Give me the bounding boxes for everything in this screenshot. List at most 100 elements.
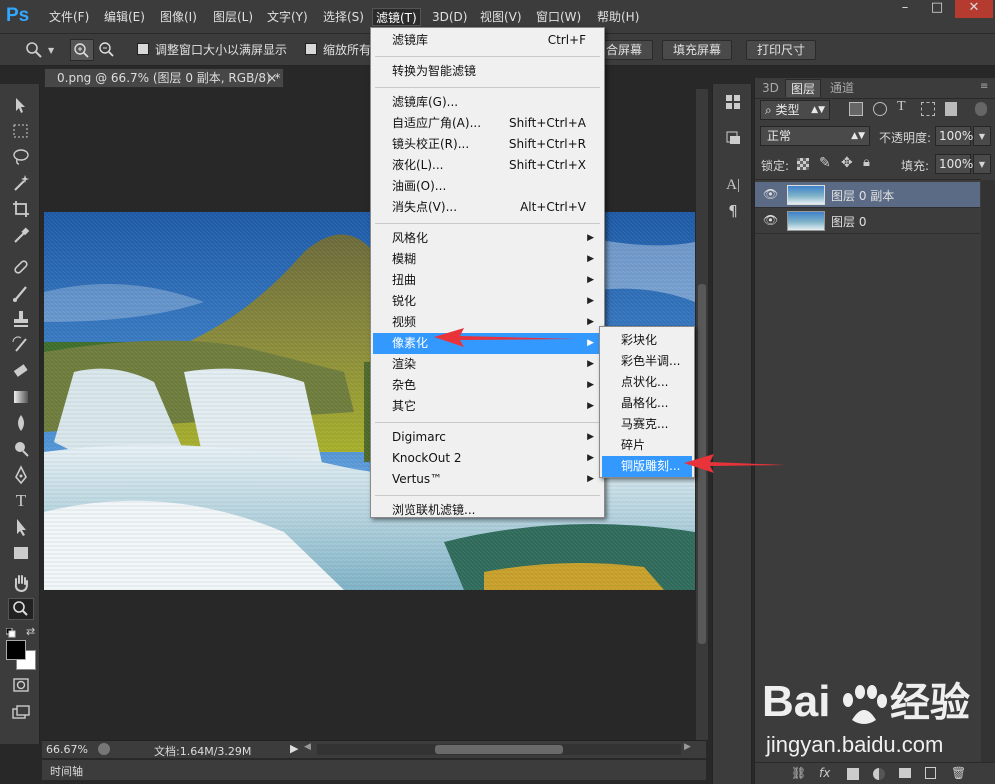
tab-channels[interactable]: 通道 <box>825 79 859 97</box>
menu-window[interactable]: 窗口(W) <box>533 8 584 26</box>
tool-preset-chevron-icon[interactable]: ▼ <box>48 46 56 55</box>
tab-layers[interactable]: 图层 <box>785 79 822 97</box>
blend-mode-select[interactable]: 正常 ▲▼ <box>760 126 870 146</box>
filter-menu-item[interactable]: 杂色 ▶ <box>373 375 602 396</box>
paragraph-panel-icon[interactable]: ¶ <box>721 200 745 222</box>
pixelate-menu-item[interactable]: 彩块化 <box>602 330 692 351</box>
zoom-in-icon[interactable] <box>70 39 94 61</box>
screen-mode-icon[interactable] <box>8 702 34 724</box>
timeline-panel-tab[interactable]: 时间轴 <box>42 760 706 780</box>
filter-menu-item[interactable]: Vertus™ ▶ <box>373 469 602 490</box>
healing-brush-tool-icon[interactable] <box>8 256 34 278</box>
filter-menu-item[interactable]: 锐化 ▶ <box>373 291 602 312</box>
hand-tool-icon[interactable] <box>8 572 34 594</box>
lasso-tool-icon[interactable] <box>8 146 34 168</box>
filter-menu-item[interactable]: 自适应广角(A)... Shift+Ctrl+A <box>373 113 602 134</box>
horizontal-scroll-thumb[interactable] <box>435 745 563 754</box>
layer-row[interactable]: 👁︎ 图层 0 副本 <box>755 182 980 208</box>
filter-pixel-icon[interactable] <box>849 102 863 116</box>
blur-tool-icon[interactable] <box>8 412 34 434</box>
swap-colors-icon[interactable]: ⇄ <box>26 625 38 638</box>
rectangle-tool-icon[interactable] <box>8 542 34 564</box>
layer-name[interactable]: 图层 0 <box>831 213 866 230</box>
brush-tool-icon[interactable] <box>8 282 34 304</box>
pixelate-menu-item[interactable]: 点状化... <box>602 372 692 393</box>
filter-smart-object-icon[interactable] <box>945 102 957 116</box>
filter-menu-item[interactable]: 扭曲 ▶ <box>373 270 602 291</box>
filter-menu-item[interactable]: 其它 ▶ <box>373 396 602 417</box>
menu-view[interactable]: 视图(V) <box>477 8 525 26</box>
filter-menu-item[interactable]: 液化(L)... Shift+Ctrl+X <box>373 155 602 176</box>
visibility-eye-icon[interactable]: 👁︎ <box>763 213 778 227</box>
minimize-button[interactable]: – <box>890 0 920 18</box>
lock-image-icon[interactable]: ✎ <box>819 155 831 171</box>
pixelate-menu-item[interactable]: 碎片 <box>602 435 692 456</box>
opacity-field[interactable]: 100% <box>935 126 973 146</box>
history-brush-tool-icon[interactable] <box>8 334 34 356</box>
menu-help[interactable]: 帮助(H) <box>594 8 642 26</box>
quick-mask-icon[interactable] <box>8 674 34 696</box>
lock-position-icon[interactable]: ✥ <box>841 155 853 171</box>
filter-menu-item[interactable]: 滤镜库 Ctrl+F <box>373 30 602 51</box>
path-selection-tool-icon[interactable] <box>8 516 34 538</box>
eraser-tool-icon[interactable] <box>8 360 34 382</box>
menu-layer[interactable]: 图层(L) <box>210 8 256 26</box>
pen-tool-icon[interactable] <box>8 464 34 486</box>
filter-toggle-icon[interactable] <box>975 102 987 116</box>
crop-tool-icon[interactable] <box>8 198 34 220</box>
history-panel-icon[interactable] <box>721 128 745 150</box>
print-size-button[interactable]: 打印尺寸 <box>746 40 817 60</box>
filter-menu-item[interactable]: 浏览联机滤镜... <box>373 500 602 521</box>
foreground-color-swatch[interactable] <box>6 640 26 660</box>
move-tool-icon[interactable] <box>8 94 34 116</box>
document-close-icon[interactable]: × <box>267 69 277 87</box>
menu-filter[interactable]: 滤镜(T) <box>372 8 421 26</box>
filter-menu-item[interactable]: KnockOut 2 ▶ <box>373 448 602 469</box>
menu-edit[interactable]: 编辑(E) <box>101 8 148 26</box>
filter-shape-icon[interactable] <box>921 102 935 116</box>
filter-menu-item[interactable]: 风格化 ▶ <box>373 228 602 249</box>
scroll-left-icon[interactable]: ◀ <box>304 742 311 752</box>
filter-menu-item[interactable]: Digimarc ▶ <box>373 427 602 448</box>
layer-kind-filter[interactable]: ⌕ 类型 ▲▼ <box>760 100 830 120</box>
fill-field[interactable]: 100% <box>935 154 973 174</box>
vertical-scrollbar[interactable] <box>696 89 708 740</box>
horizontal-scrollbar[interactable] <box>317 744 681 755</box>
menu-select[interactable]: 选择(S) <box>320 8 367 26</box>
document-tab[interactable]: 0.png @ 66.7% (图层 0 副本, RGB/8) * × <box>44 68 284 88</box>
clone-stamp-tool-icon[interactable] <box>8 308 34 330</box>
menu-file[interactable]: 文件(F) <box>46 8 92 26</box>
gradient-tool-icon[interactable] <box>8 386 34 408</box>
filter-menu-item[interactable]: 消失点(V)... Alt+Ctrl+V <box>373 197 602 218</box>
dodge-tool-icon[interactable] <box>8 438 34 460</box>
filter-menu-item[interactable]: 滤镜库(G)... <box>373 92 602 113</box>
filter-menu-item[interactable]: 渲染 ▶ <box>373 354 602 375</box>
menu-3d[interactable]: 3D(D) <box>429 8 470 26</box>
fill-chevron-icon[interactable]: ▼ <box>973 154 991 174</box>
tab-3d[interactable]: 3D <box>757 79 784 97</box>
pixelate-menu-item[interactable]: 晶格化... <box>602 393 692 414</box>
menu-image[interactable]: 图像(I) <box>157 8 200 26</box>
pixelate-menu-item[interactable]: 彩色半调... <box>602 351 692 372</box>
menu-type[interactable]: 文字(Y) <box>264 8 311 26</box>
eyedropper-tool-icon[interactable] <box>8 224 34 246</box>
filter-menu-item[interactable]: 转换为智能滤镜 <box>373 61 602 82</box>
marquee-tool-icon[interactable] <box>8 120 34 142</box>
filter-menu-item[interactable]: 镜头校正(R)... Shift+Ctrl+R <box>373 134 602 155</box>
opacity-chevron-icon[interactable]: ▼ <box>973 126 991 146</box>
swatches-panel-icon[interactable] <box>721 92 745 114</box>
zoom-all-checkbox[interactable] <box>305 43 317 55</box>
status-menu-arrow-icon[interactable]: ▶ <box>290 742 298 755</box>
default-colors-icon[interactable] <box>5 627 16 638</box>
zoom-out-icon[interactable] <box>96 39 120 61</box>
layer-name[interactable]: 图层 0 副本 <box>831 187 894 204</box>
scroll-right-icon[interactable]: ▶ <box>684 742 691 752</box>
panel-menu-icon[interactable]: ≡ <box>980 81 988 92</box>
character-panel-icon[interactable]: A| <box>721 174 745 196</box>
lock-transparent-icon[interactable] <box>797 158 809 170</box>
filter-menu-item[interactable]: 油画(O)... <box>373 176 602 197</box>
pixelate-menu-item[interactable]: 马赛克... <box>602 414 692 435</box>
filter-adjustment-icon[interactable] <box>873 102 887 116</box>
pixelate-menu-item[interactable]: 铜版雕刻... <box>602 456 692 477</box>
zoom-tool-selected-icon[interactable] <box>8 598 34 620</box>
